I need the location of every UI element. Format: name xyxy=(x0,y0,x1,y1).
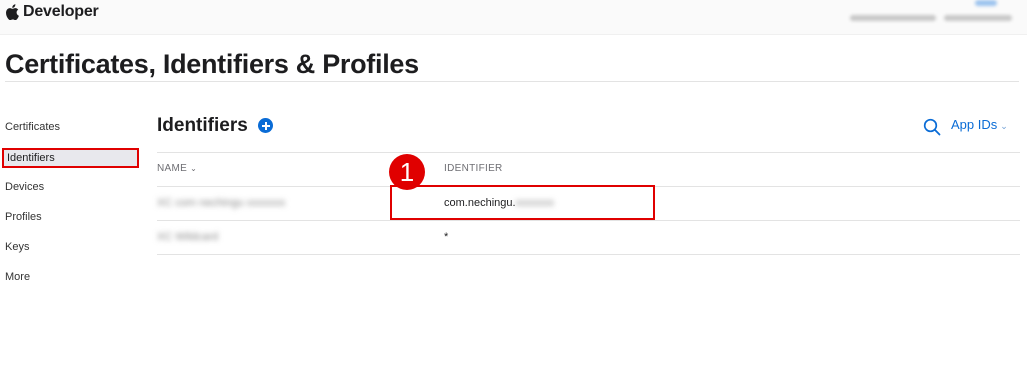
section-title: Identifiers xyxy=(157,115,248,136)
identifier-highlight-box xyxy=(390,185,655,220)
table-row-2-identifier[interactable]: * xyxy=(444,231,448,243)
table-row-2-name[interactable]: XC Wildcard xyxy=(157,231,218,243)
sidebar-item-devices[interactable]: Devices xyxy=(5,178,44,196)
sidebar-item-keys[interactable]: Keys xyxy=(5,238,29,256)
brand-label: Developer xyxy=(23,3,99,20)
add-identifier-button[interactable] xyxy=(258,118,273,133)
sidebar-item-identifiers[interactable]: Identifiers xyxy=(2,148,139,168)
column-header-identifier[interactable]: IDENTIFIER xyxy=(444,163,503,174)
search-icon[interactable] xyxy=(923,118,941,136)
filter-label: App IDs xyxy=(951,117,998,132)
account-link[interactable] xyxy=(975,0,997,6)
developer-home-link[interactable]: Developer xyxy=(6,3,99,21)
column-header-name[interactable]: NAME ⌄ xyxy=(157,163,197,174)
sidebar-item-certificates[interactable]: Certificates xyxy=(5,118,60,136)
chevron-down-icon: ⌄ xyxy=(1000,121,1008,131)
sort-chevron-icon: ⌄ xyxy=(190,164,198,173)
apple-logo-icon xyxy=(6,4,19,20)
sidebar-item-profiles[interactable]: Profiles xyxy=(5,208,42,226)
account-name xyxy=(850,15,936,21)
table-bottom-divider xyxy=(157,254,1020,255)
page-title: Certificates, Identifiers & Profiles xyxy=(5,49,419,79)
table-row-1-name[interactable]: XC com nechingu xxxxxxx xyxy=(157,197,285,209)
app-ids-filter-dropdown[interactable]: App IDs ⌄ xyxy=(951,117,1008,132)
team-id xyxy=(944,15,1012,21)
step-number-badge: 1 xyxy=(389,154,425,190)
table-top-divider xyxy=(157,152,1020,153)
table-row-divider xyxy=(157,220,1020,221)
column-header-name-label: NAME xyxy=(157,163,188,174)
top-nav-bar: Developer xyxy=(0,0,1027,35)
sidebar-item-more[interactable]: More xyxy=(5,268,30,286)
title-divider xyxy=(5,81,1019,82)
